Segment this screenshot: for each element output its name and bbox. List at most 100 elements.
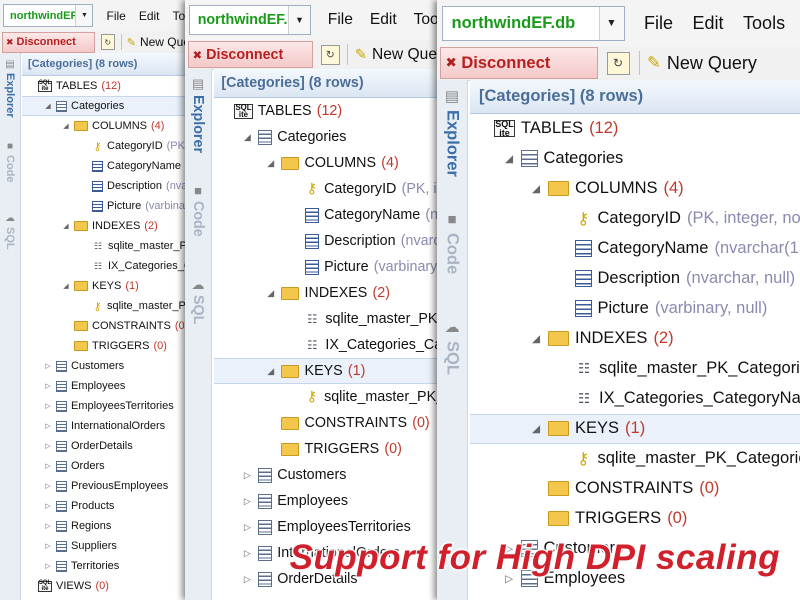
tree-node[interactable]: ◢ KEYS (1) <box>470 413 800 444</box>
tree-node[interactable]: ▷ OrderDetails <box>22 436 200 456</box>
tree-node[interactable]: ☷sqlite_master_PK_Categories <box>214 306 450 332</box>
menu-edit[interactable]: Edit <box>139 9 160 23</box>
expand-arrow-icon[interactable]: ▷ <box>43 462 53 470</box>
expand-arrow-icon[interactable]: ▷ <box>43 402 53 410</box>
tree-node[interactable]: SQL ite TABLES (12) <box>22 76 200 96</box>
side-tab-explorer[interactable]: ▤ Explorer <box>437 89 467 176</box>
tree-node[interactable]: ▷ Orders <box>22 456 200 476</box>
tree-node[interactable]: ☷IX_Categories_CategoryName <box>22 256 200 276</box>
expand-arrow-icon[interactable]: ▷ <box>241 496 254 507</box>
expand-arrow-icon[interactable]: ▷ <box>241 522 254 533</box>
tree-node[interactable]: ▷EmployeesTerritories <box>214 514 450 540</box>
tree-node[interactable]: ▷ Customers <box>22 356 200 376</box>
tree-node[interactable]: ⚷sqlite_master_PK_Categories <box>470 444 800 474</box>
expand-arrow-icon[interactable]: ▷ <box>241 548 254 559</box>
tree-node[interactable]: ☷sqlite_master_PK_Categories <box>22 236 200 256</box>
collapse-arrow-icon[interactable]: ◢ <box>529 183 544 195</box>
expand-arrow-icon[interactable]: ▷ <box>43 542 53 550</box>
tree-node[interactable]: CONSTRAINTS (0) <box>470 474 800 504</box>
side-tab-explorer[interactable]: ▤ Explorer <box>0 59 20 118</box>
expand-arrow-icon[interactable]: ▷ <box>241 470 254 481</box>
tree-node[interactable]: ◢ Categories <box>22 96 200 116</box>
tree-node[interactable]: CONSTRAINTS (0) <box>22 316 200 336</box>
new-query-icon[interactable]: ✎ <box>127 36 136 49</box>
menu-file[interactable]: File <box>106 9 125 23</box>
tree-node[interactable]: CONSTRAINTS (0) <box>214 410 450 436</box>
tree-node[interactable]: ▷ PreviousEmployees <box>22 476 200 496</box>
tree-node[interactable]: ⚷CategoryID(PK, integer, not null) <box>214 176 450 202</box>
collapse-arrow-icon[interactable]: ◢ <box>61 122 71 130</box>
collapse-arrow-icon[interactable]: ◢ <box>61 222 71 230</box>
tree-node[interactable]: ◢ COLUMNS (4) <box>214 150 450 176</box>
new-query-button[interactable]: New Query <box>667 53 757 74</box>
tree-node[interactable]: ◢ Categories <box>214 124 450 150</box>
tree-node[interactable]: ▷ Employees <box>22 376 200 396</box>
tree-node[interactable]: CategoryName (nvarchar(15), not null) <box>470 234 800 264</box>
refresh-icon[interactable]: ↻ <box>606 51 630 75</box>
chevron-down-icon[interactable]: ▼ <box>75 5 93 26</box>
tree-node[interactable]: Picture(varbinary, null) <box>22 196 200 216</box>
tree-node[interactable]: Description(nvarchar, null) <box>22 176 200 196</box>
side-tab-code[interactable]: ■ Code <box>0 141 20 183</box>
tree-node[interactable]: ▷EmployeesTerritories <box>22 396 200 416</box>
tree-node[interactable]: ▷ Employees <box>214 488 450 514</box>
tree-node[interactable]: Description(nvarchar, null) <box>214 228 450 254</box>
disconnect-button[interactable]: ✖Disconnect0:00:01:10 <box>2 31 95 60</box>
side-tab-sql[interactable]: ☁ SQL <box>0 213 20 250</box>
collapse-arrow-icon[interactable]: ◢ <box>264 158 277 169</box>
side-tab-code[interactable]: ■ Code <box>185 183 211 237</box>
side-tab-explorer[interactable]: ▤ Explorer <box>185 77 211 153</box>
tree-node[interactable]: Picture(varbinary, null) <box>214 254 450 280</box>
tree-node[interactable]: ▷ InternationalOrders <box>22 416 200 436</box>
side-tab-code[interactable]: ■ Code <box>437 212 467 273</box>
tree-node[interactable]: ☷IX_Categories_CategoryName <box>214 332 450 358</box>
new-query-icon[interactable]: ✎ <box>355 47 367 63</box>
tree-node[interactable]: ⚷sqlite_master_PK_Categories <box>22 296 200 316</box>
tree-node[interactable]: ▷ Territories <box>22 556 200 576</box>
tree-node[interactable]: ☷IX_Categories_CategoryName <box>470 384 800 414</box>
tree-node[interactable]: ◢ INDEXES (2) <box>22 216 200 236</box>
tree-node[interactable]: ▷EmployeesTerritories <box>470 594 800 600</box>
tree-node[interactable]: ⚷sqlite_master_PK_Categories <box>214 384 450 410</box>
menu-file[interactable]: File <box>328 11 353 29</box>
tree-node[interactable]: ▷ Suppliers <box>22 536 200 556</box>
tree-node[interactable]: ☷sqlite_master_PK_Categories <box>470 354 800 384</box>
tree-node[interactable]: Description(nvarchar, null) <box>470 264 800 294</box>
menu-tools[interactable]: Tools <box>743 13 785 34</box>
tree-node[interactable]: ◢ COLUMNS (4) <box>22 116 200 136</box>
expand-arrow-icon[interactable]: ▷ <box>43 502 53 510</box>
tree-node[interactable]: ▷ Customers <box>214 462 450 488</box>
expand-arrow-icon[interactable]: ▷ <box>43 362 53 370</box>
tree-node[interactable]: ◢ KEYS (1) <box>213 358 450 385</box>
tree-node[interactable]: Picture(varbinary, null) <box>470 294 800 324</box>
new-query-icon[interactable]: ✎ <box>647 53 661 73</box>
refresh-icon[interactable]: ↻ <box>100 34 115 50</box>
tree-node[interactable]: ⚷CategoryID(PK, integer, not null) <box>22 136 200 156</box>
database-selector[interactable]: northwindEF.db ▼ <box>441 6 625 41</box>
collapse-arrow-icon[interactable]: ◢ <box>61 282 71 290</box>
expand-arrow-icon[interactable]: ▷ <box>43 442 53 450</box>
collapse-arrow-icon[interactable]: ◢ <box>264 288 277 299</box>
tree-node[interactable]: ◢ INDEXES (2) <box>470 324 800 354</box>
tree-node[interactable]: ◢ COLUMNS (4) <box>470 174 800 204</box>
expand-arrow-icon[interactable]: ▷ <box>43 482 53 490</box>
collapse-arrow-icon[interactable]: ◢ <box>502 153 517 165</box>
tree-node[interactable]: TRIGGERS (0) <box>22 336 200 356</box>
expand-arrow-icon[interactable]: ▷ <box>43 522 53 530</box>
tree-node[interactable]: TRIGGERS (0) <box>470 504 800 534</box>
menu-edit[interactable]: Edit <box>370 11 397 29</box>
collapse-arrow-icon[interactable]: ◢ <box>529 423 544 435</box>
tree-node[interactable]: SQL ite TABLES (12) <box>214 98 450 124</box>
expand-arrow-icon[interactable]: ▷ <box>241 574 254 585</box>
disconnect-button[interactable]: ✖Disconnect0:00:00:29 <box>440 47 598 90</box>
collapse-arrow-icon[interactable]: ◢ <box>43 102 53 110</box>
database-selector[interactable]: northwindEF.db ▼ <box>3 4 94 27</box>
tree-node[interactable]: ▷ Regions <box>22 516 200 536</box>
database-selector[interactable]: northwindEF.db ▼ <box>188 5 311 36</box>
tree-node[interactable]: ⚷CategoryID(PK, integer, not null) <box>470 204 800 234</box>
tree-node[interactable]: SQL ite TABLES (12) <box>470 114 800 144</box>
tree-node[interactable]: SQL ite VIEWS (0) <box>22 576 200 596</box>
refresh-icon[interactable]: ↻ <box>320 44 340 65</box>
tree-node[interactable]: TRIGGERS (0) <box>214 436 450 462</box>
tree-node[interactable]: ◢ Categories <box>470 144 800 174</box>
